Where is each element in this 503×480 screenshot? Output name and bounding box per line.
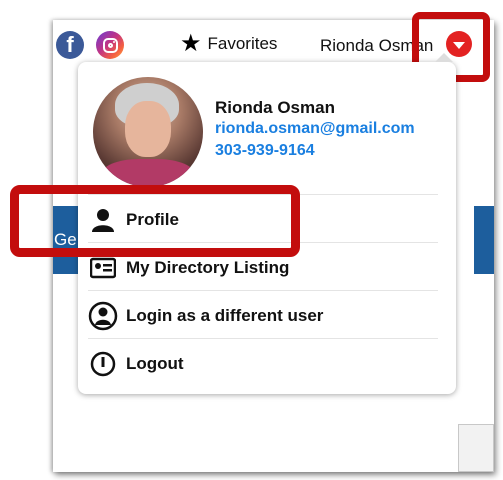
avatar-shirt — [101, 159, 195, 187]
menu-item-label: Login as a different user — [126, 306, 324, 325]
switch-user-icon — [88, 301, 118, 331]
user-phone[interactable]: 303-939-9164 — [215, 142, 315, 160]
power-icon — [88, 349, 118, 379]
user-email[interactable]: rionda.osman@gmail.com — [215, 120, 415, 138]
avatar-face — [125, 101, 171, 157]
facebook-letter: f — [66, 32, 74, 57]
banner-right — [474, 206, 494, 274]
directory-card-icon — [88, 253, 118, 283]
favorites-link[interactable]: ★ Favorites — [180, 30, 278, 57]
menu-item-logout[interactable]: Logout — [88, 342, 438, 386]
facebook-icon[interactable]: f — [56, 31, 84, 59]
instagram-icon[interactable] — [96, 31, 124, 59]
star-icon: ★ — [180, 30, 202, 57]
user-name: Rionda Osman — [215, 98, 335, 117]
menu-item-label: Logout — [126, 354, 184, 373]
instagram-glyph — [102, 37, 118, 53]
menu-item-switch-user[interactable]: Login as a different user — [88, 294, 438, 338]
favorites-label: Favorites — [207, 34, 278, 53]
avatar — [93, 77, 203, 187]
menu-item-label: My Directory Listing — [126, 258, 290, 277]
side-panel — [458, 424, 494, 472]
highlight-box-profile — [10, 185, 300, 257]
divider — [88, 290, 438, 291]
divider — [88, 338, 438, 339]
